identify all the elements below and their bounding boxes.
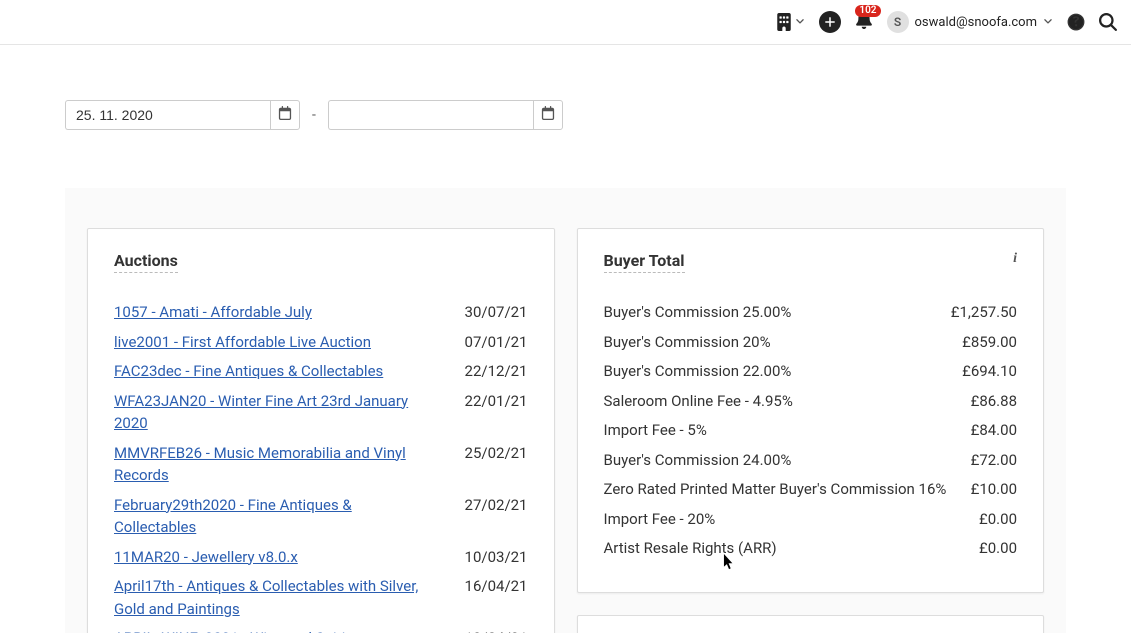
auction-date: 13/04/21 <box>465 627 528 633</box>
auction-row: APRIL_WINE_2021 - Wine and Spirits 13/04/… <box>114 625 528 633</box>
auction-row: WFA23JAN20 - Winter Fine Art 23rd Januar… <box>114 388 528 437</box>
auction-link[interactable]: 11MAR20 - Jewellery v8.0.x <box>114 546 298 569</box>
auction-row: live2001 - First Affordable Live Auction… <box>114 329 528 356</box>
buyer-total-amount: £859.00 <box>962 331 1017 354</box>
auction-row: MMVRFEB26 - Music Memorabilia and Vinyl … <box>114 440 528 489</box>
calendar-icon <box>541 106 555 124</box>
buyer-total-amount: £694.10 <box>962 360 1017 383</box>
content-area: - Auctions 1057 - Amati - Affordable Jul… <box>0 45 1131 633</box>
left-column: Auctions 1057 - Amati - Affordable July 3… <box>87 228 555 633</box>
auction-row: 1057 - Amati - Affordable July 30/07/21 <box>114 299 528 326</box>
auction-link[interactable]: April17th - Antiques & Collectables with… <box>114 575 434 620</box>
search-button[interactable] <box>1099 13 1117 31</box>
buyer-total-label: Buyer's Commission 20% <box>604 331 771 354</box>
auction-row: February29th2020 - Fine Antiques & Colle… <box>114 492 528 541</box>
buyer-total-title: Buyer Total <box>604 251 685 273</box>
buyer-total-row: Buyer's Commission 20% £859.00 <box>604 329 1018 356</box>
right-column: Buyer Total i Buyer's Commission 25.00% £… <box>577 228 1045 633</box>
org-switcher[interactable] <box>775 13 805 31</box>
auction-date: 25/02/21 <box>465 442 528 465</box>
info-icon[interactable]: i <box>1013 251 1017 267</box>
user-menu[interactable]: S oswald@snoofa.com <box>887 11 1053 33</box>
date-from-input[interactable] <box>65 100 270 130</box>
date-from-group <box>65 100 300 130</box>
buyer-total-label: Buyer's Commission 24.00% <box>604 449 792 472</box>
auction-link[interactable]: February29th2020 - Fine Antiques & Colle… <box>114 494 434 539</box>
buyer-total-row: Import Fee - 5% £84.00 <box>604 417 1018 444</box>
date-to-input[interactable] <box>328 100 533 130</box>
date-to-group <box>328 100 563 130</box>
buyer-total-label: Buyer's Commission 22.00% <box>604 360 792 383</box>
buyer-total-row: Buyer's Commission 22.00% £694.10 <box>604 358 1018 385</box>
buyer-total-amount: £10.00 <box>971 478 1017 501</box>
chevron-down-icon <box>795 14 805 30</box>
buyer-total-amount: £1,257.50 <box>951 301 1017 324</box>
buyer-total-label: Buyer's Commission 25.00% <box>604 301 792 324</box>
buyer-total-panel: Buyer Total i Buyer's Commission 25.00% £… <box>577 228 1045 593</box>
buyer-total-label: Import Fee - 5% <box>604 419 707 442</box>
buyer-total-amount: £0.00 <box>979 508 1017 531</box>
panels-wrap: Auctions 1057 - Amati - Affordable July 3… <box>65 188 1066 633</box>
auction-date: 10/03/21 <box>465 546 528 569</box>
notifications-button[interactable]: 102 <box>855 11 873 33</box>
auction-link[interactable]: 1057 - Amati - Affordable July <box>114 301 312 324</box>
auction-date: 30/07/21 <box>465 301 528 324</box>
buyer-total-row: Import Fee - 20% £0.00 <box>604 506 1018 533</box>
auctions-title: Auctions <box>114 251 178 273</box>
buyer-total-row: Artist Resale Rights (ARR) £0.00 <box>604 535 1018 562</box>
help-button[interactable] <box>1067 13 1085 31</box>
buyer-total-label: Import Fee - 20% <box>604 508 716 531</box>
auction-link[interactable]: WFA23JAN20 - Winter Fine Art 23rd Januar… <box>114 390 434 435</box>
auctions-panel: Auctions 1057 - Amati - Affordable July 3… <box>87 228 555 633</box>
buyer-total-amount: £0.00 <box>979 537 1017 560</box>
header-bar: 102 S oswald@snoofa.com <box>0 0 1131 45</box>
auction-link[interactable]: MMVRFEB26 - Music Memorabilia and Vinyl … <box>114 442 434 487</box>
building-icon <box>775 13 793 31</box>
date-to-picker-button[interactable] <box>533 100 563 130</box>
auction-row: April17th - Antiques & Collectables with… <box>114 573 528 622</box>
buyer-total-row: Buyer's Commission 25.00% £1,257.50 <box>604 299 1018 326</box>
auction-link[interactable]: APRIL_WINE_2021 - Wine and Spirits <box>114 627 358 633</box>
date-range-row: - <box>65 100 1066 130</box>
notification-badge: 102 <box>855 5 880 17</box>
auction-row: 11MAR20 - Jewellery v8.0.x 10/03/21 <box>114 544 528 571</box>
user-email-label: oswald@snoofa.com <box>915 15 1037 30</box>
add-button[interactable] <box>819 11 841 33</box>
calendar-icon <box>278 106 292 124</box>
avatar: S <box>887 11 909 33</box>
auction-link[interactable]: FAC23dec - Fine Antiques & Collectables <box>114 360 383 383</box>
buyer-total-row: Saleroom Online Fee - 4.95% £86.88 <box>604 388 1018 415</box>
auction-date: 22/12/21 <box>465 360 528 383</box>
buyer-total-row: Zero Rated Printed Matter Buyer's Commis… <box>604 476 1018 503</box>
auction-link[interactable]: live2001 - First Affordable Live Auction <box>114 331 371 354</box>
chevron-down-icon <box>1043 15 1053 30</box>
auctions-list: 1057 - Amati - Affordable July 30/07/21 li… <box>114 299 528 633</box>
buyer-total-list: Buyer's Commission 25.00%£1,257.50Buyer'… <box>604 299 1018 562</box>
date-separator: - <box>312 107 316 123</box>
auction-date: 16/04/21 <box>465 575 528 598</box>
auction-date: 27/02/21 <box>465 494 528 517</box>
auction-date: 22/01/21 <box>465 390 528 413</box>
buyer-total-label: Saleroom Online Fee - 4.95% <box>604 390 793 413</box>
buyer-total-label: Artist Resale Rights (ARR) <box>604 537 777 560</box>
date-from-picker-button[interactable] <box>270 100 300 130</box>
vendor-total-panel: Vendor Total i <box>577 615 1045 633</box>
buyer-total-label: Zero Rated Printed Matter Buyer's Commis… <box>604 478 947 501</box>
buyer-total-amount: £72.00 <box>971 449 1017 472</box>
auction-row: FAC23dec - Fine Antiques & Collectables 2… <box>114 358 528 385</box>
buyer-total-amount: £84.00 <box>971 419 1017 442</box>
auction-date: 07/01/21 <box>465 331 528 354</box>
buyer-total-amount: £86.88 <box>971 390 1017 413</box>
buyer-total-row: Buyer's Commission 24.00% £72.00 <box>604 447 1018 474</box>
